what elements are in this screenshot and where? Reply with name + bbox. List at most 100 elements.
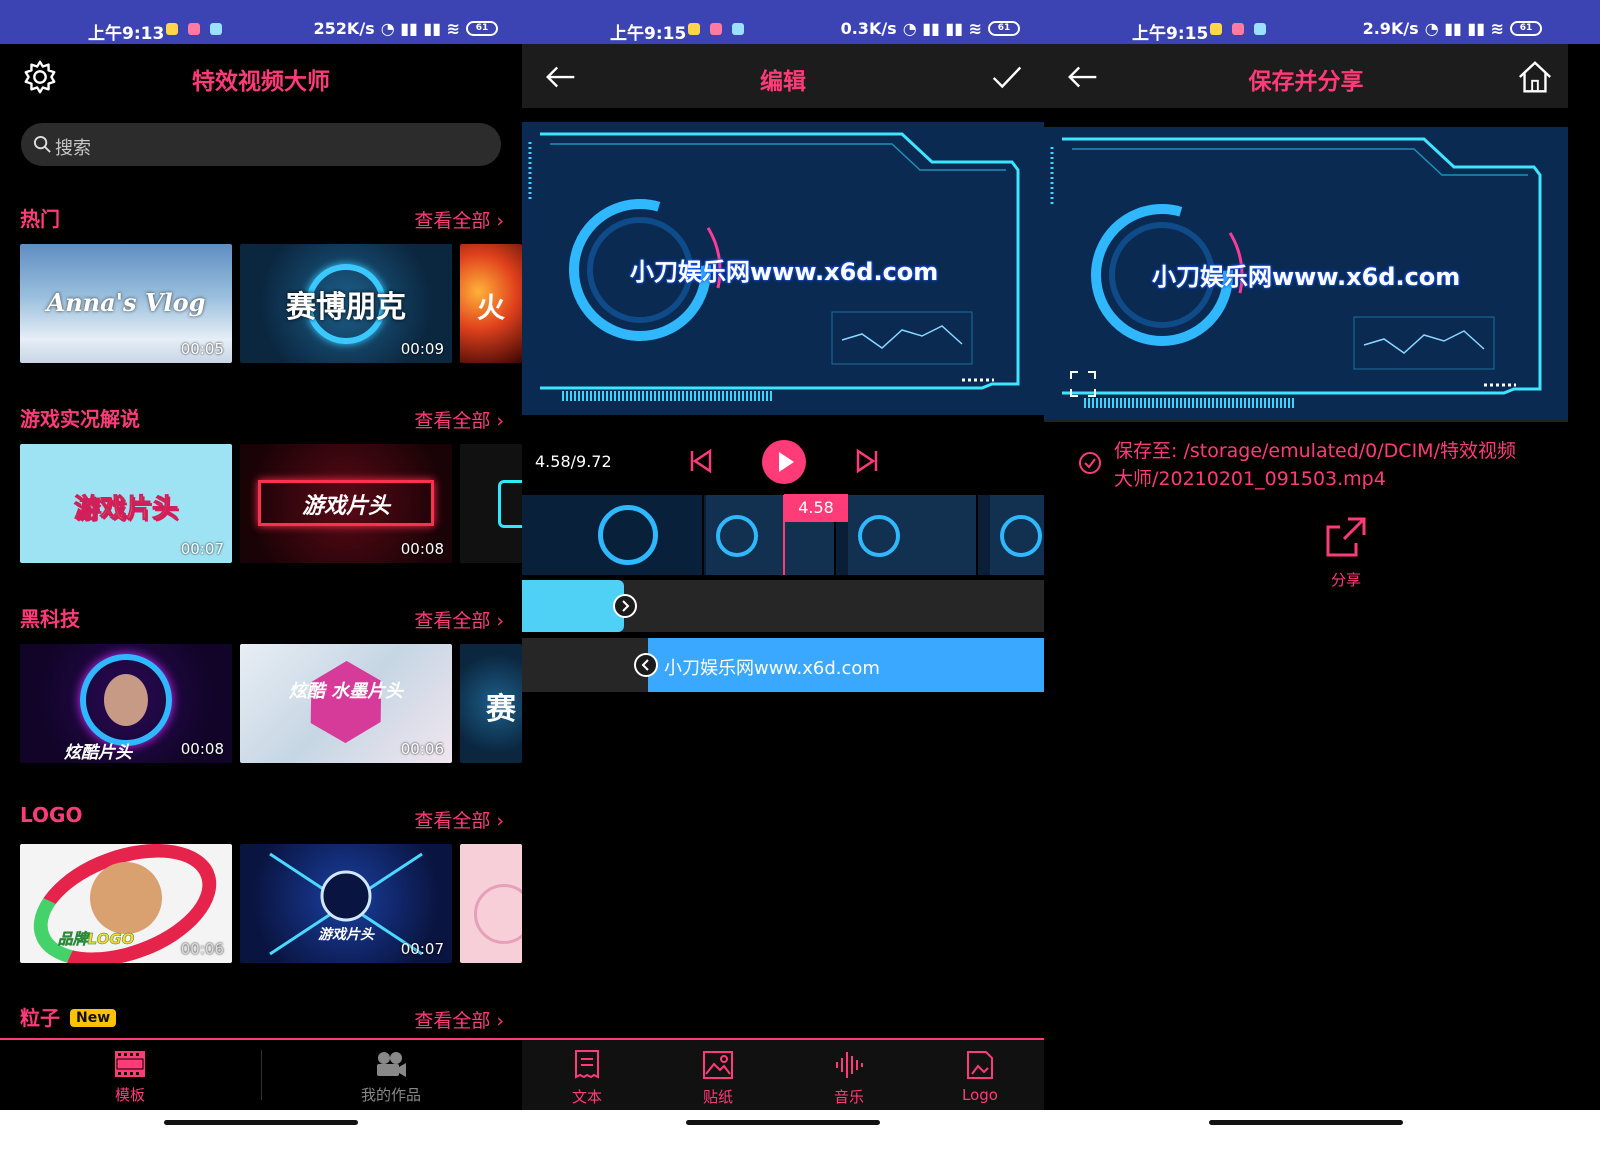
template-thumb[interactable]	[460, 844, 522, 963]
template-thumb[interactable]: 游戏片头 00:08	[240, 444, 452, 563]
template-thumb[interactable]: 炫酷片头 00:08	[20, 644, 232, 763]
save-share-screen: 上午9:15 2.9K/s ◔ ▮▮ ▮▮ ≋ 61 保存并分享 小刀娱乐网ww…	[1044, 0, 1600, 1155]
network-speed: 2.9K/s	[1362, 19, 1419, 38]
battery-icon: 61	[466, 21, 498, 36]
see-all-gaming[interactable]: 查看全部 ›	[414, 406, 504, 433]
logo-image-icon	[967, 1051, 993, 1079]
status-right: 0.3K/s ◔ ▮▮ ▮▮ ≋ 61	[841, 19, 1020, 38]
tool-logo[interactable]: Logo	[930, 1050, 1030, 1104]
tool-label: Logo	[962, 1086, 998, 1104]
section-title-gaming: 游戏实况解说	[20, 407, 140, 431]
thumb-title: Anna's Vlog	[46, 288, 206, 317]
media-track	[522, 580, 1044, 632]
checkmark-icon[interactable]	[988, 58, 1026, 96]
thumb-frame	[498, 480, 522, 528]
music-wave-icon	[836, 1052, 863, 1078]
skip-forward-icon[interactable]	[854, 448, 880, 474]
notification-icon	[166, 23, 178, 35]
template-thumb[interactable]: 赛博朋克 00:09	[240, 244, 452, 363]
status-right: 252K/s ◔ ▮▮ ▮▮ ≋ 61	[314, 19, 498, 38]
thumb-hexagon	[291, 647, 400, 756]
status-bar: 上午9:15 2.9K/s ◔ ▮▮ ▮▮ ≋ 61	[1044, 0, 1600, 44]
filmstrip-frame	[522, 495, 704, 575]
see-all-particles[interactable]: 查看全部 ›	[414, 1006, 504, 1033]
tool-sticker[interactable]: 贴纸	[668, 1050, 768, 1107]
home-indicator[interactable]	[164, 1120, 358, 1125]
tab-label: 我的作品	[360, 1086, 421, 1104]
clip-handle-right[interactable]	[613, 594, 637, 618]
thumb-duration: 00:07	[180, 540, 224, 558]
filmstrip-frame	[848, 495, 978, 575]
tool-label: 贴纸	[702, 1088, 733, 1106]
template-thumb[interactable]: 游戏片头 00:07	[240, 844, 452, 963]
thumb-duration: 00:09	[400, 340, 444, 358]
thumb-title: 赛	[486, 692, 516, 727]
divider	[1044, 420, 1568, 422]
battery-icon: 61	[988, 21, 1020, 36]
template-thumb[interactable]: 赛	[460, 644, 522, 763]
template-thumb[interactable]: 火	[460, 244, 522, 363]
thumb-title: 火	[476, 291, 505, 324]
template-thumb[interactable]	[460, 444, 522, 563]
home-indicator[interactable]	[1209, 1120, 1403, 1125]
gesture-area	[1044, 1110, 1600, 1155]
template-thumb[interactable]: 品牌LOGO 00:06	[20, 844, 232, 963]
notification-icons	[166, 23, 222, 35]
video-preview[interactable]: 小刀娱乐网www.x6d.com	[522, 122, 1044, 415]
signal-icon: ◔ ▮▮ ▮▮ ≋	[902, 19, 982, 38]
tool-label: 音乐	[833, 1088, 864, 1106]
see-all-tech[interactable]: 查看全部 ›	[414, 606, 504, 633]
status-time: 上午9:15	[610, 24, 687, 44]
tool-text[interactable]: 文本	[537, 1050, 637, 1107]
editor-screen: 上午9:15 0.3K/s ◔ ▮▮ ▮▮ ≋ 61 编辑 小刀娱乐网www.x…	[522, 0, 1044, 1155]
frame-ring	[598, 505, 658, 565]
notification-icon	[1232, 23, 1244, 35]
signal-icon: ◔ ▮▮ ▮▮ ≋	[380, 19, 460, 38]
play-button[interactable]	[762, 440, 806, 484]
home-icon[interactable]	[1516, 58, 1554, 96]
playback-controls: 4.58/9.72	[522, 437, 1044, 487]
search-input[interactable]: 搜索	[21, 123, 501, 166]
media-clip[interactable]	[522, 580, 624, 632]
fullscreen-icon[interactable]	[1070, 371, 1096, 397]
status-bar: 上午9:15 0.3K/s ◔ ▮▮ ▮▮ ≋ 61	[522, 0, 1044, 44]
watermark-text-overlay: 小刀娱乐网www.x6d.com	[1152, 263, 1461, 291]
frame-ring	[858, 515, 900, 557]
text-clip-label: 小刀娱乐网www.x6d.com	[664, 658, 880, 679]
gesture-area	[522, 1110, 1044, 1155]
status-bar: 上午9:13 252K/s ◔ ▮▮ ▮▮ ≋ 61	[0, 0, 522, 44]
thumb-portrait	[104, 674, 148, 726]
page-title: 特效视频大师	[192, 69, 330, 95]
home-screen: 上午9:13 252K/s ◔ ▮▮ ▮▮ ≋ 61 特效视频大师 搜索 热门 …	[0, 0, 522, 1155]
section-title-hot: 热门	[20, 207, 60, 231]
skip-back-icon[interactable]	[688, 448, 714, 474]
tool-label: 文本	[571, 1088, 602, 1106]
video-preview[interactable]: 小刀娱乐网www.x6d.com	[1044, 127, 1568, 420]
check-circle-icon	[1079, 452, 1101, 474]
see-all-hot[interactable]: 查看全部 ›	[414, 206, 504, 233]
film-strip-icon	[115, 1051, 145, 1077]
status-right: 2.9K/s ◔ ▮▮ ▮▮ ≋ 61	[1363, 19, 1542, 38]
frame-ring	[716, 515, 758, 557]
clip-handle-left[interactable]	[634, 653, 658, 677]
status-time: 上午9:13	[88, 24, 165, 44]
home-indicator[interactable]	[686, 1120, 880, 1125]
watermark-text-overlay[interactable]: 小刀娱乐网www.x6d.com	[630, 252, 938, 287]
template-thumb[interactable]: 炫酷 水墨片头 00:06	[240, 644, 452, 763]
text-clip[interactable]: 小刀娱乐网www.x6d.com	[648, 638, 1044, 692]
notification-icon	[1254, 23, 1266, 35]
tab-my-works[interactable]: 我的作品	[341, 1050, 441, 1105]
thumb-title: 游戏片头	[301, 494, 390, 519]
share-button[interactable]: 分享	[1316, 515, 1376, 590]
tool-music[interactable]: 音乐	[799, 1050, 899, 1107]
playhead-time: 4.58	[784, 494, 848, 522]
see-all-logo[interactable]: 查看全部 ›	[414, 806, 504, 833]
section-title-text: 粒子	[20, 1006, 60, 1030]
thumb-portrait	[90, 862, 162, 934]
tab-divider	[261, 1050, 262, 1100]
template-thumb[interactable]: Anna's Vlog 00:05	[20, 244, 232, 363]
thumb-title: 炫酷 水墨片头	[288, 681, 404, 702]
template-thumb[interactable]: 游戏片头 00:07	[20, 444, 232, 563]
tab-templates[interactable]: 模板	[80, 1050, 180, 1105]
thumb-title: 赛博朋克	[286, 290, 406, 325]
